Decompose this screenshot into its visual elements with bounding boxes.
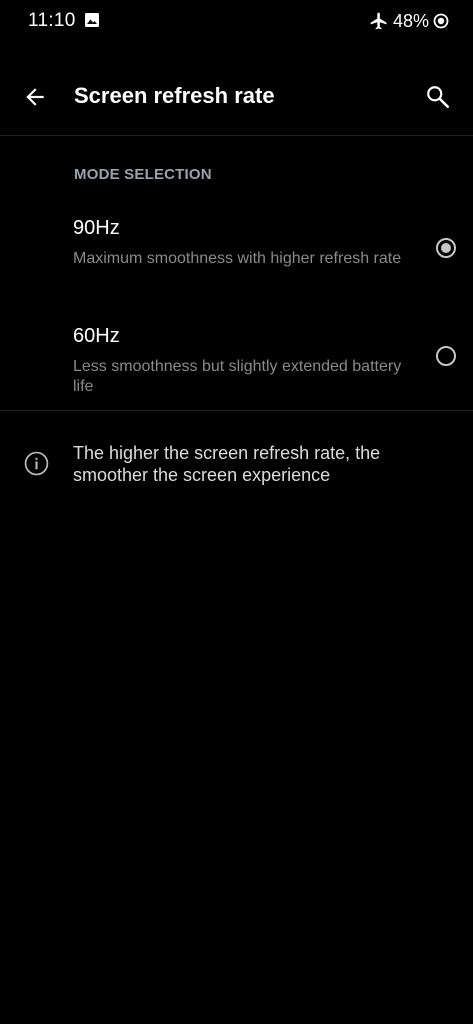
image-icon — [85, 13, 99, 27]
airplane-icon — [370, 12, 387, 30]
options-divider — [0, 410, 473, 411]
back-button[interactable] — [18, 80, 52, 114]
app-bar-divider — [0, 135, 473, 136]
search-button[interactable] — [421, 80, 455, 114]
option-description: Maximum smoothness with higher refresh r… — [73, 250, 402, 267]
info-icon — [24, 451, 49, 476]
page-title: Screen refresh rate — [74, 83, 275, 108]
option-description: Less smoothness but slightly extended ba… — [73, 358, 402, 395]
radio-60hz[interactable] — [436, 346, 456, 366]
battery-percentage: 48% — [392, 10, 429, 31]
battery-icon — [433, 13, 449, 29]
status-bar: 11:10 48% — [0, 0, 473, 42]
radio-90hz[interactable] — [436, 238, 456, 258]
option-title: 90Hz — [73, 217, 120, 239]
section-header: MODE SELECTION — [74, 166, 212, 183]
option-90hz[interactable]: 90Hz Maximum smoothness with higher refr… — [0, 217, 473, 317]
radio-selected-dot — [441, 243, 451, 253]
app-bar: Screen refresh rate — [0, 60, 473, 134]
back-arrow-icon — [26, 88, 44, 106]
search-icon — [427, 86, 450, 109]
info-text: The higher the screen refresh rate, the … — [73, 443, 381, 485]
option-title: 60Hz — [73, 325, 120, 347]
status-right-group: 48% — [369, 10, 449, 32]
status-time: 11:10 — [28, 10, 76, 31]
